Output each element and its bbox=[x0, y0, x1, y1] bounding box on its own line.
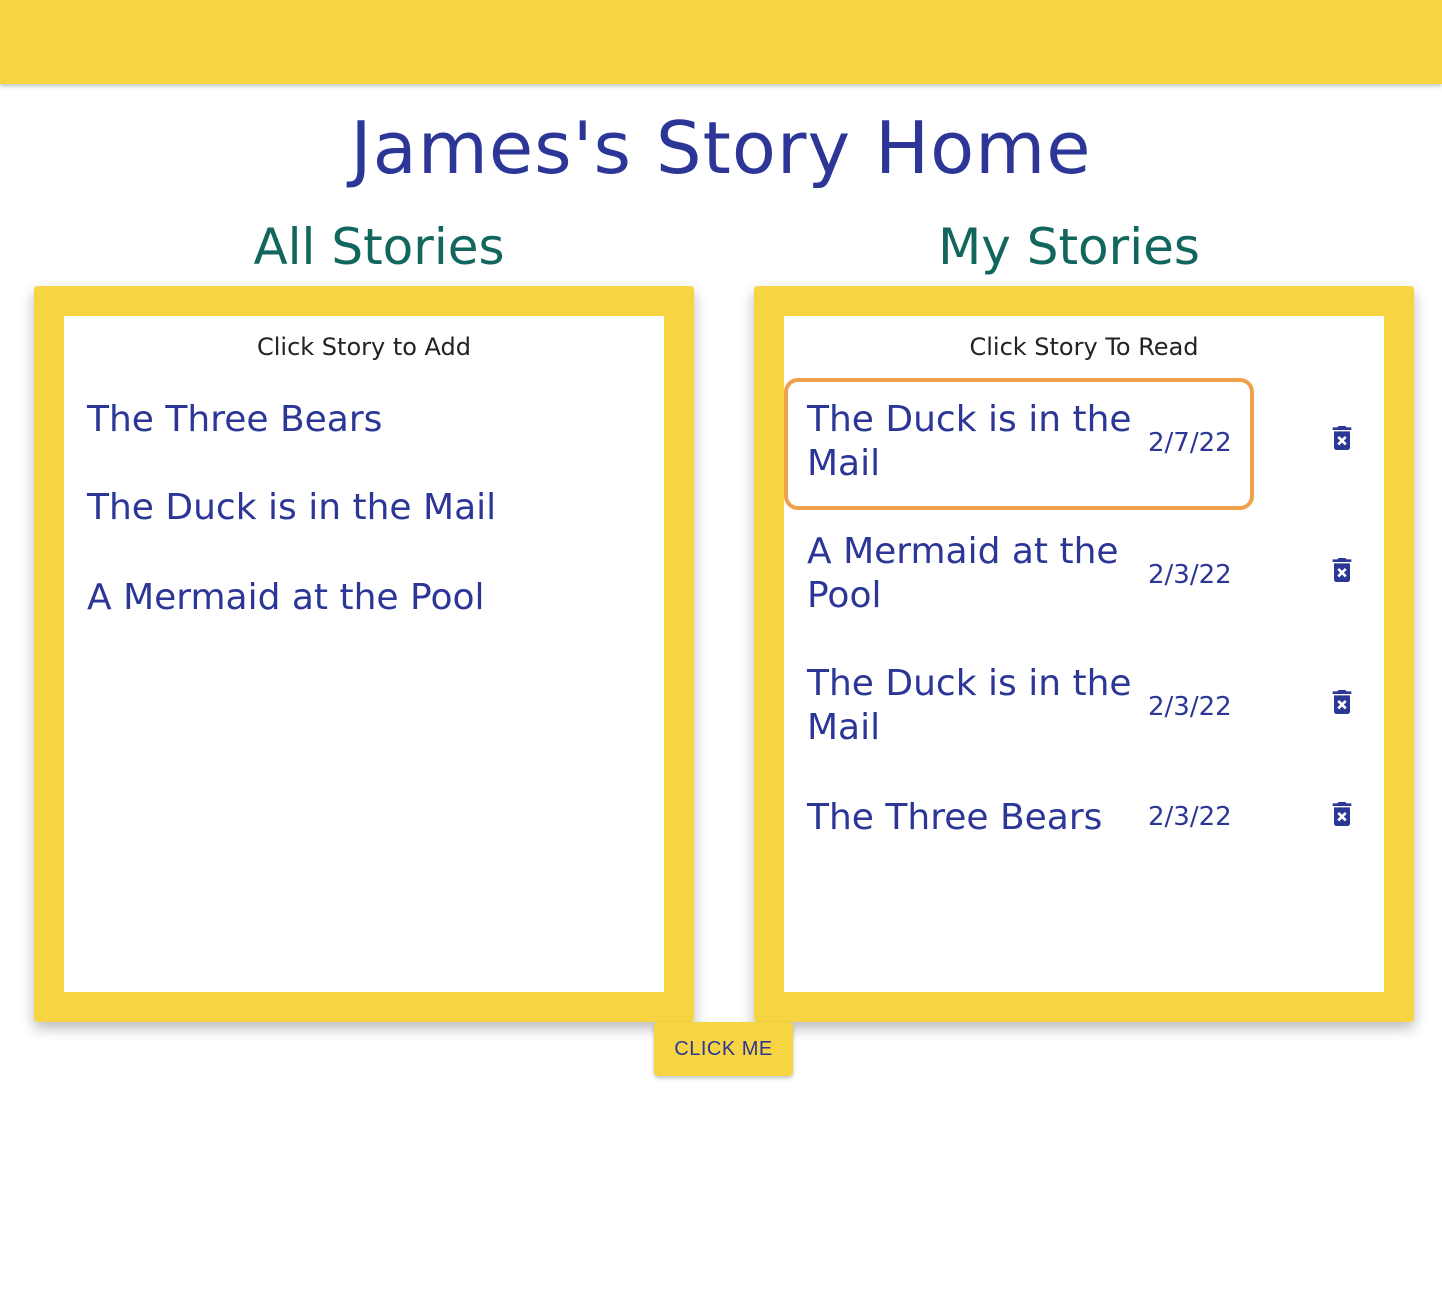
my-story-title[interactable]: The Three Bears bbox=[807, 796, 1137, 840]
top-app-bar bbox=[0, 0, 1442, 84]
all-stories-heading: All Stories bbox=[253, 218, 505, 276]
my-stories-panel: Click Story To Read The Duck is in the M… bbox=[754, 286, 1414, 1022]
all-story-item[interactable]: The Duck is in the Mail bbox=[87, 486, 496, 530]
all-story-item[interactable]: A Mermaid at the Pool bbox=[87, 576, 485, 620]
delete-story-button[interactable] bbox=[1326, 554, 1358, 586]
my-story-title[interactable]: The Duck is in the Mail bbox=[807, 398, 1137, 486]
my-stories-caption: Click Story To Read bbox=[969, 333, 1199, 361]
my-story-title[interactable]: A Mermaid at the Pool bbox=[807, 530, 1137, 618]
my-story-date: 2/3/22 bbox=[1148, 802, 1232, 832]
trash-x-icon bbox=[1332, 558, 1352, 582]
all-stories-caption: Click Story to Add bbox=[256, 333, 472, 361]
page-title: James's Story Home bbox=[350, 106, 1092, 190]
delete-story-button[interactable] bbox=[1326, 798, 1358, 830]
all-stories-list: Click Story to Add The Three Bears The D… bbox=[64, 316, 664, 992]
all-stories-panel: Click Story to Add The Three Bears The D… bbox=[34, 286, 694, 1022]
my-stories-heading: My Stories bbox=[938, 218, 1200, 276]
trash-x-icon bbox=[1332, 690, 1352, 714]
click-me-button[interactable]: CLICK ME bbox=[654, 1022, 793, 1076]
my-story-date: 2/3/22 bbox=[1148, 692, 1232, 722]
delete-story-button[interactable] bbox=[1326, 686, 1358, 718]
trash-x-icon bbox=[1332, 802, 1352, 826]
delete-story-button[interactable] bbox=[1326, 422, 1358, 454]
my-stories-list: Click Story To Read The Duck is in the M… bbox=[784, 316, 1384, 992]
all-story-item[interactable]: The Three Bears bbox=[87, 398, 382, 442]
trash-x-icon bbox=[1332, 426, 1352, 450]
my-story-title[interactable]: The Duck is in the Mail bbox=[807, 662, 1137, 750]
my-story-date: 2/7/22 bbox=[1148, 428, 1232, 458]
my-story-date: 2/3/22 bbox=[1148, 560, 1232, 590]
